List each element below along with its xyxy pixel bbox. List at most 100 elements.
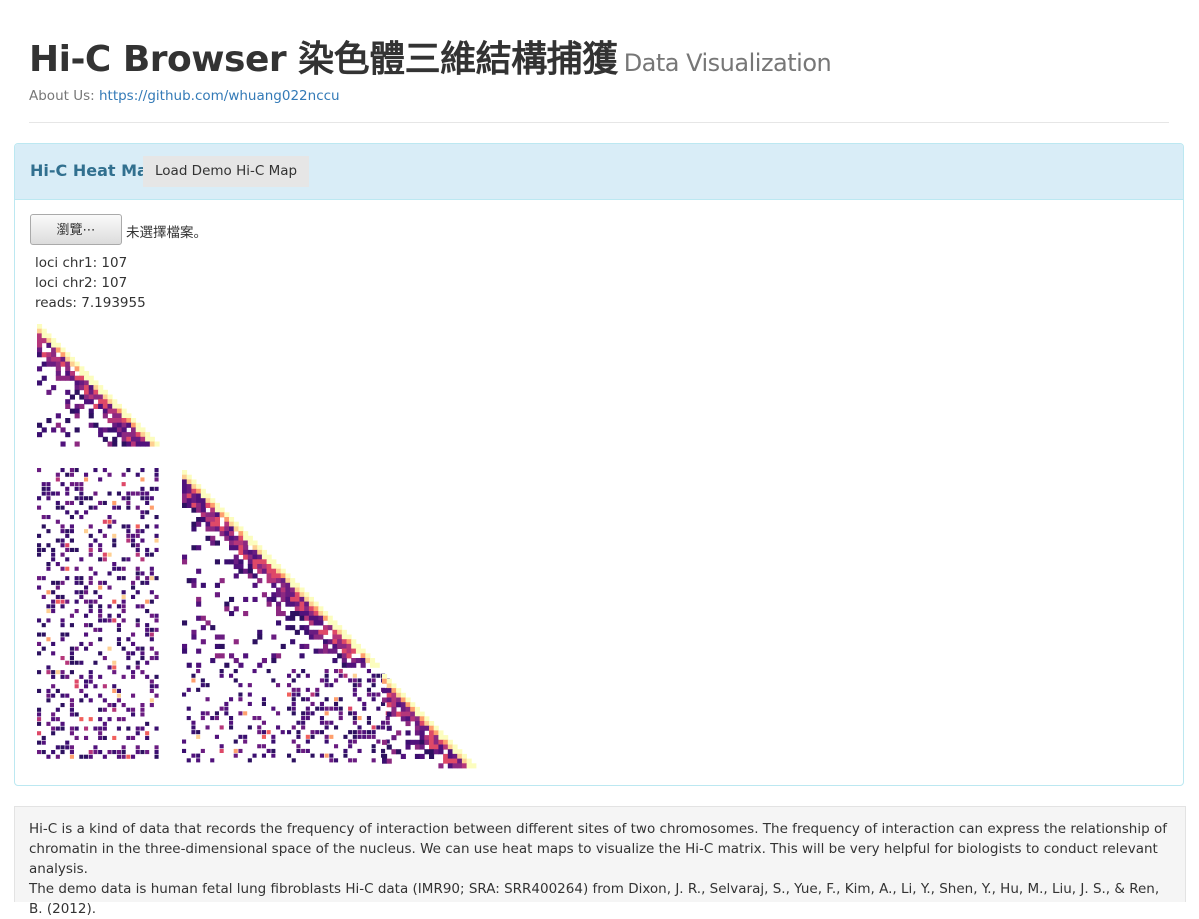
heatmap-cell [116,422,122,428]
load-demo-button[interactable]: Load Demo Hi-C Map [143,156,310,187]
heatmap-cell [276,683,281,688]
heatmap-cell [247,692,252,697]
heatmap-cell [341,629,347,635]
heatmap-cell [140,712,145,717]
heatmap-cell [318,629,324,635]
heatmap-cell [346,662,352,668]
heatmap-cell [69,361,75,367]
heatmap-cell [93,468,98,473]
heatmap-cell [37,432,43,438]
heatmap-cell [74,646,79,651]
heatmap-cell [233,545,239,551]
heatmap-cell [382,678,388,684]
heatmap-cell [405,697,411,703]
browse-button[interactable]: 瀏覽⋯ [30,214,122,245]
heatmap-cell [88,380,94,386]
heatmap-cell [107,418,113,424]
heatmap-cell [233,739,238,744]
heatmap-cell [74,361,80,367]
heatmap-cell [276,568,282,574]
heatmap-cell [382,758,388,764]
heatmap-cell [60,352,66,358]
heatmap-cell [37,468,42,473]
heatmap-cell [276,725,281,730]
heatmap-cell [191,753,196,758]
heatmap-cell [257,730,262,735]
heatmap-cell [140,656,145,661]
heatmap-cell [229,720,234,725]
heatmap-cell [327,615,333,621]
heatmap-cell [424,749,430,755]
heatmap-cell [88,505,93,510]
heatmap-cell [318,634,324,640]
heatmap-cell [51,491,56,496]
heatmap-cell [457,758,463,764]
heatmap-cell [280,611,286,617]
heatmap-cell [238,526,244,532]
heatmap-cell [271,748,276,753]
heatmap-cell [210,716,215,721]
heatmap-cell [37,552,42,557]
heatmap-cell [74,366,80,372]
heatmap-cell [332,625,338,631]
heatmap-cell [46,515,51,520]
heatmap-cell [46,693,51,698]
heatmap-cell [247,564,253,570]
heatmap-cell [74,679,79,684]
heatmap-cell [304,606,310,612]
heatmap-cell [88,599,93,604]
heatmap-cell [121,432,127,438]
heatmap-cell [65,632,70,637]
heatmap-cell [319,730,324,735]
heatmap-cell [131,651,136,656]
heatmap-cell [370,658,376,664]
heatmap-cell [276,653,282,659]
heatmap-cell [233,573,239,579]
heatmap-cell [355,643,361,649]
heatmap-cell [327,620,333,626]
heatmap-cell [271,568,277,574]
heatmap-cell [65,500,70,505]
heatmap-cell [55,745,60,750]
heatmap-cell [79,660,84,665]
heatmap-cell [196,596,202,602]
heatmap-cell [41,740,46,745]
github-link[interactable]: https://github.com/whuang022nccu [99,88,340,104]
heatmap-cell [210,535,216,541]
heatmap-cell [419,744,425,750]
heatmap-cell [79,594,84,599]
hic-heatmap[interactable] [37,324,497,769]
heatmap-cell [214,716,219,721]
heatmap-cell [348,758,353,763]
heatmap-cell [112,422,118,428]
heatmap-cell [247,535,253,541]
heatmap-cell [69,529,74,534]
heatmap-cell [386,688,392,694]
heatmap-cell [149,684,154,689]
heatmap-cell [69,613,74,618]
heatmap-cell [310,701,315,706]
heatmap-cell [84,679,89,684]
heatmap-cell [214,634,220,640]
heatmap-cell [107,613,112,618]
heatmap-cell [327,648,333,654]
heatmap-cell [140,646,145,651]
heatmap-cell [154,472,159,477]
heatmap-cell [233,540,239,546]
heatmap-cell [191,673,196,678]
heatmap-cell [149,496,154,501]
heatmap-cell [107,571,112,576]
heatmap-cell [46,496,51,501]
heatmap-cell [224,517,230,523]
heatmap-cell [55,585,60,590]
heatmap-cell [287,706,292,711]
heatmap-cell [51,731,56,736]
heatmap-cell [135,436,141,442]
heatmap-cell [447,758,453,764]
heatmap-cell [191,498,197,504]
heatmap-cell [305,706,310,711]
heatmap-cell [154,656,159,661]
heatmap-cell [285,592,291,598]
heatmap-cell [84,496,89,501]
heatmap-cell [366,730,371,735]
